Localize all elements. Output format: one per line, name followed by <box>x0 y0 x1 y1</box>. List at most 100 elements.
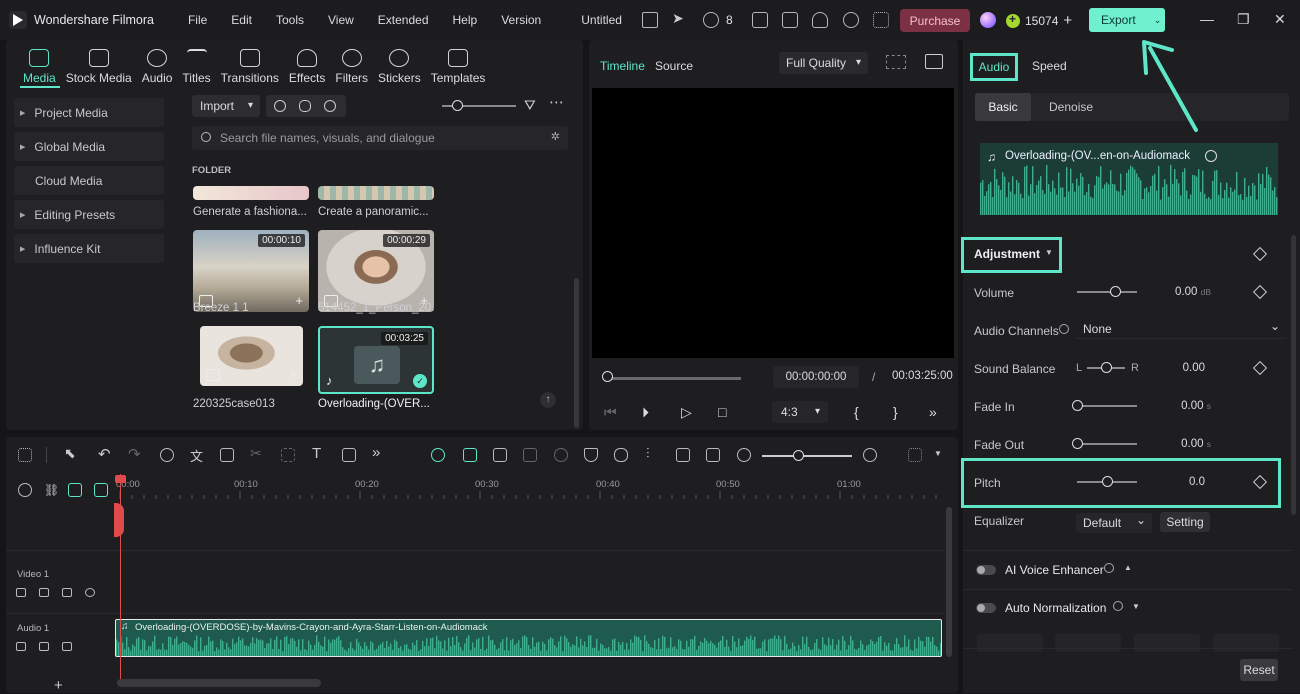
export-button[interactable]: Export ⌄ <box>1089 8 1165 32</box>
split-icon[interactable]: ✂ <box>250 445 264 461</box>
apps-grid-icon[interactable] <box>873 12 889 28</box>
lock-icon[interactable] <box>16 642 26 651</box>
link-icon[interactable] <box>68 483 82 497</box>
gift-icon[interactable] <box>642 12 658 28</box>
timeline-vertical-scrollbar[interactable] <box>946 507 952 657</box>
timeline-horizontal-scrollbar[interactable] <box>117 679 321 687</box>
sidebar-item-cloud-media[interactable]: Cloud Media <box>14 166 164 195</box>
more-options-icon[interactable]: ⋯ <box>549 93 564 111</box>
motion-icon[interactable] <box>554 448 568 462</box>
undo-icon[interactable]: ↶ <box>98 445 112 463</box>
fade-in-slider[interactable] <box>1077 405 1137 407</box>
media-thumbnail[interactable]: 00:00:10 + <box>193 230 309 312</box>
save-icon[interactable] <box>782 12 798 28</box>
reset-button[interactable]: Reset <box>1240 659 1278 681</box>
search-input[interactable] <box>220 126 540 150</box>
tab-source[interactable]: Source <box>655 59 693 73</box>
volume-knob[interactable] <box>1109 286 1121 297</box>
notification-icon[interactable] <box>703 12 719 28</box>
balance-value[interactable]: 0.00 <box>1163 362 1205 374</box>
shield-icon[interactable] <box>584 448 598 462</box>
crop-icon[interactable] <box>281 448 295 462</box>
mute-icon[interactable] <box>62 642 72 651</box>
tab-filters[interactable]: Filters <box>330 44 373 88</box>
pitch-knob[interactable] <box>1102 476 1113 487</box>
select-tool-icon[interactable]: ⬉ <box>64 445 78 461</box>
unlink-icon[interactable]: ⛓ <box>44 483 59 497</box>
sidebar-item-global-media[interactable]: ▶ Global Media <box>14 132 164 161</box>
subtab-denoise[interactable]: Denoise <box>1049 100 1093 114</box>
settings-gear-icon[interactable] <box>18 483 32 497</box>
media-thumbnail-selected[interactable]: 00:03:25 ♫ ♪ ✓ <box>318 326 434 394</box>
fade-out-value[interactable]: 0.00 s <box>1163 438 1211 450</box>
layout-grid-icon[interactable] <box>18 448 32 462</box>
ai-translate-icon[interactable]: 文 <box>190 446 204 464</box>
ai-media-icon[interactable] <box>324 100 336 112</box>
zoom-out-icon[interactable] <box>737 448 751 462</box>
adjustment-label[interactable]: Adjustment <box>974 247 1040 261</box>
tab-stock-media[interactable]: Stock Media <box>61 44 137 88</box>
layout-icon[interactable] <box>752 12 768 28</box>
help-icon[interactable] <box>1059 324 1069 334</box>
speaker-icon[interactable] <box>39 642 49 651</box>
chevron-down-icon[interactable]: ⌄ <box>1154 15 1162 26</box>
redo-icon[interactable]: ↷ <box>128 445 142 463</box>
stop-icon[interactable]: □ <box>718 404 726 420</box>
properties-scrollbar[interactable] <box>1291 235 1296 515</box>
text-tool-icon[interactable]: T <box>312 445 326 462</box>
menu-tools[interactable]: Tools <box>276 13 304 27</box>
fade-in-value[interactable]: 0.00 s <box>1163 400 1211 412</box>
cloud-upload-icon[interactable] <box>812 12 828 28</box>
menu-file[interactable]: File <box>188 13 207 27</box>
aspect-ratio-select[interactable]: 4:3 <box>772 401 828 423</box>
keyframe-icon[interactable] <box>1252 284 1268 300</box>
credits-display[interactable]: 15074 + <box>1006 12 1072 29</box>
track-manage-icon[interactable] <box>94 483 108 497</box>
image-edit-icon[interactable] <box>523 448 537 462</box>
previous-frame-icon[interactable]: ⏮ <box>604 404 617 421</box>
playback-knob[interactable] <box>602 371 613 382</box>
timeline-ruler[interactable]: 00:00 00:10 00:20 00:30 00:40 00:50 01:0… <box>116 473 946 503</box>
audio-channels-select[interactable]: None <box>1076 316 1286 339</box>
add-track-icon[interactable]: + <box>54 677 63 694</box>
fade-out-slider[interactable] <box>1077 443 1137 445</box>
maximize-icon[interactable]: ❐ <box>1237 11 1250 28</box>
more-controls-icon[interactable]: » <box>929 404 937 420</box>
help-icon[interactable] <box>1104 563 1114 573</box>
equalizer-select[interactable]: Default <box>1076 510 1152 533</box>
playback-progress[interactable] <box>603 377 741 380</box>
microphone-icon[interactable] <box>299 100 311 112</box>
eye-icon[interactable] <box>85 588 95 597</box>
current-timecode[interactable]: 00:00:00:00 <box>773 366 859 388</box>
import-button[interactable]: Import <box>192 95 260 117</box>
subtab-basic[interactable]: Basic <box>975 93 1031 121</box>
playhead-grip[interactable] <box>114 503 124 537</box>
replace-icon[interactable] <box>676 448 690 462</box>
media-thumbnail[interactable]: + <box>200 326 303 386</box>
tab-effects[interactable]: Effects <box>284 44 330 88</box>
media-thumbnail[interactable]: 00:00:29 + <box>318 230 434 312</box>
pitch-value[interactable]: 0.0 <box>1163 476 1205 488</box>
add-credits-icon[interactable]: + <box>1063 12 1072 29</box>
lock-icon[interactable] <box>16 588 26 597</box>
media-thumbnail[interactable] <box>318 186 434 200</box>
track-layout-icon[interactable] <box>908 448 922 462</box>
help-icon[interactable] <box>1113 601 1123 611</box>
filter-icon[interactable]: ⛛ <box>524 97 536 114</box>
speaker-icon[interactable] <box>39 588 49 597</box>
shape-icon[interactable] <box>342 448 356 462</box>
ai-mate-icon[interactable] <box>431 448 445 462</box>
caret-down-icon[interactable]: ▼ <box>934 449 942 458</box>
avatar[interactable] <box>980 12 996 28</box>
quality-select[interactable]: Full Quality <box>779 52 868 74</box>
menu-help[interactable]: Help <box>453 13 478 27</box>
ai-search-icon[interactable]: ✲ <box>551 130 560 143</box>
audio-mixer-icon[interactable]: ⫶ <box>646 445 660 461</box>
fade-out-knob[interactable] <box>1072 438 1083 449</box>
volume-slider[interactable] <box>1077 291 1137 293</box>
media-thumbnail[interactable] <box>193 186 309 200</box>
keyframe-icon[interactable] <box>1252 360 1268 376</box>
waveform-knob[interactable] <box>1205 150 1217 162</box>
send-icon[interactable]: ➤ <box>672 10 688 26</box>
minimize-icon[interactable]: — <box>1200 11 1214 27</box>
